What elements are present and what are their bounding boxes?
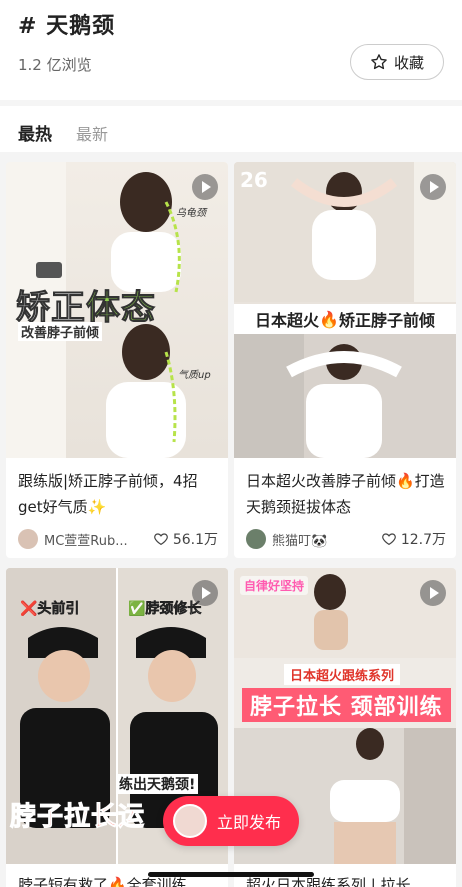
author-name[interactable]: 熊猫叮🐼 bbox=[272, 530, 381, 549]
note-cover-image: 26 日本超火 🔥 矫正脖子前倾 bbox=[234, 162, 456, 458]
note-cover-image: 矫正体态 改善脖子前倾 乌龟颈 气质up bbox=[6, 162, 228, 458]
note-card[interactable]: 26 日本超火 🔥 矫正脖子前倾 日本超火改善脖子前倾🔥打造天鹅颈挺拔体态 熊猫叮🐼… bbox=[234, 162, 456, 558]
note-card[interactable]: 矫正体态 改善脖子前倾 乌龟颈 气质up 跟练版|矫正脖子前倾，4招get好气质… bbox=[6, 162, 228, 558]
cover-headline: 日本超火 🔥 矫正脖子前倾 bbox=[234, 304, 456, 334]
cover-subtitle: 练出天鹅颈! bbox=[116, 774, 199, 794]
heart-icon bbox=[154, 533, 168, 546]
author-avatar[interactable] bbox=[18, 529, 38, 549]
cover-headline: 脖子拉长运 bbox=[9, 802, 146, 833]
author-name[interactable]: MC萱萱Rub... bbox=[44, 530, 153, 549]
cover-label-right: ✅脖颈修长 bbox=[128, 601, 202, 618]
home-indicator bbox=[148, 872, 314, 877]
like-button[interactable]: 12.7万 bbox=[381, 529, 446, 549]
collect-button[interactable]: 收藏 bbox=[350, 44, 444, 80]
like-button[interactable]: 56.1万 bbox=[153, 529, 218, 549]
note-title[interactable]: 日本超火改善脖子前倾🔥打造天鹅颈挺拔体态 bbox=[246, 468, 446, 520]
note-meta: MC萱萱Rub... 56.1万 bbox=[18, 528, 218, 550]
cover-subtitle: 改善脖子前倾 bbox=[18, 322, 103, 341]
play-icon bbox=[420, 580, 446, 606]
like-count: 12.7万 bbox=[400, 532, 446, 548]
play-icon bbox=[420, 174, 446, 200]
topic-title: # 天鹅颈 bbox=[18, 14, 116, 39]
cover-number: 26 bbox=[240, 168, 268, 192]
sort-tabs: 最热 最新 bbox=[18, 120, 108, 145]
publish-button[interactable]: 立即发布 bbox=[163, 796, 299, 846]
cover-note-bottom: 气质up bbox=[178, 370, 211, 381]
author-avatar[interactable] bbox=[246, 529, 266, 549]
note-title[interactable]: 跟练版|矫正脖子前倾，4招get好气质✨ bbox=[18, 468, 218, 520]
cover-headline: 脖子拉长 颈部训练 bbox=[242, 688, 451, 722]
topic-view-count: 1.2 亿浏览 bbox=[18, 56, 92, 74]
cover-tag: 自律好坚持 bbox=[240, 576, 309, 595]
cover-note-top: 乌龟颈 bbox=[176, 208, 206, 219]
publish-avatar bbox=[173, 804, 207, 838]
star-icon bbox=[371, 54, 387, 70]
note-feed: 矫正体态 改善脖子前倾 乌龟颈 气质up 跟练版|矫正脖子前倾，4招get好气质… bbox=[0, 152, 462, 887]
tab-hottest[interactable]: 最热 bbox=[18, 120, 52, 145]
cover-subtitle: 日本超火跟练系列 bbox=[284, 664, 401, 685]
tab-latest[interactable]: 最新 bbox=[76, 121, 108, 145]
publish-label: 立即发布 bbox=[217, 813, 282, 832]
heart-icon bbox=[382, 533, 396, 546]
collect-label: 收藏 bbox=[393, 53, 424, 72]
section-divider bbox=[0, 100, 462, 106]
note-meta: 熊猫叮🐼 12.7万 bbox=[246, 528, 446, 550]
play-icon bbox=[192, 580, 218, 606]
cover-label-left: ❌头前引 bbox=[20, 601, 80, 618]
like-count: 56.1万 bbox=[172, 532, 218, 548]
play-icon bbox=[192, 174, 218, 200]
